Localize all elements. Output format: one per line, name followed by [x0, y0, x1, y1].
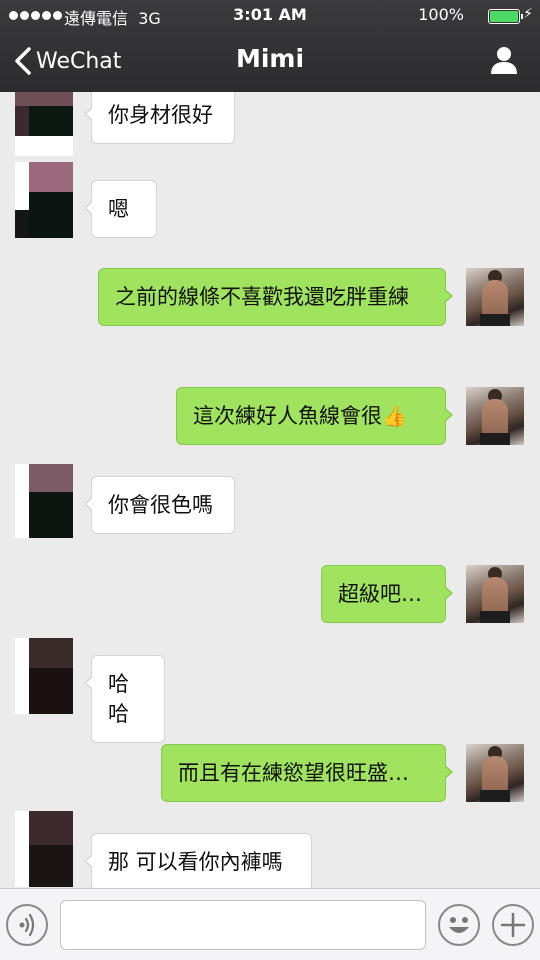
message-text: 嗯 — [108, 197, 129, 221]
voice-button[interactable] — [6, 904, 48, 946]
incoming-message-bubble[interactable]: 哈哈 — [84, 655, 165, 743]
voice-icon — [19, 913, 35, 937]
my-avatar[interactable] — [466, 565, 524, 623]
contact-avatar[interactable] — [15, 92, 73, 156]
message-text: 超級吧… — [338, 582, 422, 606]
incoming-message-bubble[interactable]: 那 可以看你內褲嗎 — [84, 833, 312, 888]
contact-avatar[interactable] — [15, 162, 73, 238]
my-avatar[interactable] — [466, 387, 524, 445]
incoming-message-bubble[interactable]: 你會很色嗎 — [84, 476, 235, 534]
outgoing-message-bubble[interactable]: 這次練好人魚線會很👍 — [176, 387, 453, 445]
nav-bar: WeChat Mimi — [0, 30, 540, 92]
message-text: 之前的線條不喜歡我還吃胖重練 — [115, 285, 409, 309]
charging-icon: ⚡ — [523, 6, 533, 22]
status-bar: 遠傳電信 3G 3:01 AM 100% ⚡ — [0, 0, 540, 30]
thumbs-up-icon: 👍 — [382, 404, 407, 428]
person-icon[interactable] — [488, 44, 520, 76]
contact-avatar[interactable] — [15, 811, 73, 887]
battery-icon — [488, 9, 523, 24]
message-text: 這次練好人魚線會很 — [193, 404, 382, 428]
plus-icon — [500, 912, 526, 938]
message-text: 你會很色嗎 — [108, 493, 213, 517]
outgoing-message-bubble[interactable]: 超級吧… — [321, 565, 453, 623]
more-button[interactable] — [492, 904, 534, 946]
message-input[interactable] — [60, 900, 426, 950]
header: 遠傳電信 3G 3:01 AM 100% ⚡ WeChat Mimi — [0, 0, 540, 92]
my-avatar[interactable] — [466, 744, 524, 802]
incoming-message-bubble[interactable]: 嗯 — [84, 180, 157, 238]
input-bar — [0, 888, 540, 960]
emoji-button[interactable] — [438, 904, 480, 946]
contact-avatar[interactable] — [15, 638, 73, 714]
my-avatar[interactable] — [466, 268, 524, 326]
chat-area[interactable]: 你身材很好 嗯 之前的線條不喜歡我還吃胖重練 這次練好人魚線會很👍 你會很色嗎 … — [0, 92, 540, 888]
message-text: 你身材很好 — [108, 103, 213, 127]
incoming-message-bubble[interactable]: 你身材很好 — [84, 92, 235, 144]
contact-avatar[interactable] — [15, 464, 73, 538]
message-text: 哈哈 — [108, 672, 129, 726]
outgoing-message-bubble[interactable]: 而且有在練慾望很旺盛… — [161, 744, 453, 802]
outgoing-message-bubble[interactable]: 之前的線條不喜歡我還吃胖重練 — [98, 268, 453, 326]
emoji-icon — [449, 917, 469, 933]
message-text: 而且有在練慾望很旺盛… — [178, 761, 409, 785]
message-text: 那 可以看你內褲嗎 — [108, 850, 283, 874]
chat-title: Mimi — [235, 44, 305, 73]
battery-percent: 100% — [418, 5, 464, 24]
